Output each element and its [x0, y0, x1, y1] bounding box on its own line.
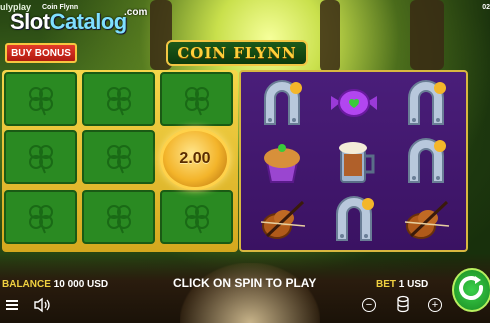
clover-icon	[28, 87, 53, 116]
violin-icon	[260, 200, 306, 239]
reel-symbol-cupcake	[246, 132, 318, 188]
reel-symbol-horseshoe	[390, 74, 462, 130]
game-logo: COIN FLYNN	[166, 40, 308, 66]
bet-increase-button[interactable]: +	[428, 298, 442, 312]
reel-symbol-candy	[318, 74, 390, 130]
reel-symbol-violin	[246, 190, 318, 246]
reel-symbol-mug	[318, 132, 390, 188]
clover-tile	[82, 72, 155, 126]
coins-stack-icon[interactable]	[396, 295, 410, 313]
tree-trunk	[320, 0, 340, 72]
clover-tile	[160, 72, 233, 126]
bet-display: BET 1 USD	[376, 279, 428, 290]
spin-button[interactable]	[452, 268, 490, 312]
clover-tile	[160, 190, 233, 244]
menu-icon[interactable]	[5, 297, 19, 313]
balance-value: 10 000 USD	[53, 279, 109, 290]
clover-tile	[4, 130, 77, 184]
clover-icon	[106, 205, 131, 234]
buy-bonus-button[interactable]: BUY BONUS	[5, 43, 77, 63]
clover-icon	[184, 87, 209, 116]
balance-display: BALANCE 10 000 USD	[2, 279, 108, 290]
cupcake-icon	[264, 144, 300, 183]
clover-tile	[82, 130, 155, 184]
bet-value: 1 USD	[398, 279, 429, 290]
horseshoe-icon	[408, 138, 446, 183]
spin-message: CLICK ON SPIN TO PLAY	[173, 276, 317, 290]
clover-icon	[184, 205, 209, 234]
clover-icon	[28, 145, 53, 174]
balance-label: BALANCE	[2, 279, 51, 290]
reel-symbol-horseshoe	[390, 132, 462, 188]
forest-path	[180, 263, 320, 323]
horseshoe-icon	[336, 196, 374, 241]
watermark-domain: .com	[124, 7, 148, 18]
clock: 02	[482, 4, 490, 11]
reel-symbol-horseshoe	[318, 190, 390, 246]
clover-icon	[106, 87, 131, 116]
clover-icon	[28, 205, 53, 234]
clover-tile	[4, 190, 77, 244]
violin-icon	[404, 200, 450, 239]
bet-label: BET	[376, 279, 396, 290]
slotcatalog-watermark: SlotCatalog	[10, 9, 127, 34]
bet-decrease-button[interactable]: −	[362, 298, 376, 312]
tree-trunk	[410, 0, 444, 70]
horseshoe-icon	[408, 80, 446, 125]
coin-value: 2.00	[179, 150, 211, 167]
mug-icon	[339, 142, 375, 183]
clover-tile	[82, 190, 155, 244]
reel-symbol-violin	[390, 190, 462, 246]
clover-tile	[4, 72, 77, 126]
candy-icon	[331, 89, 377, 117]
clover-icon	[106, 145, 131, 174]
sound-icon[interactable]	[33, 297, 51, 313]
spin-icon	[459, 276, 484, 300]
horseshoe-icon	[264, 80, 302, 125]
coin-symbol: 2.00	[160, 128, 230, 190]
reel-symbol-horseshoe	[246, 74, 318, 130]
